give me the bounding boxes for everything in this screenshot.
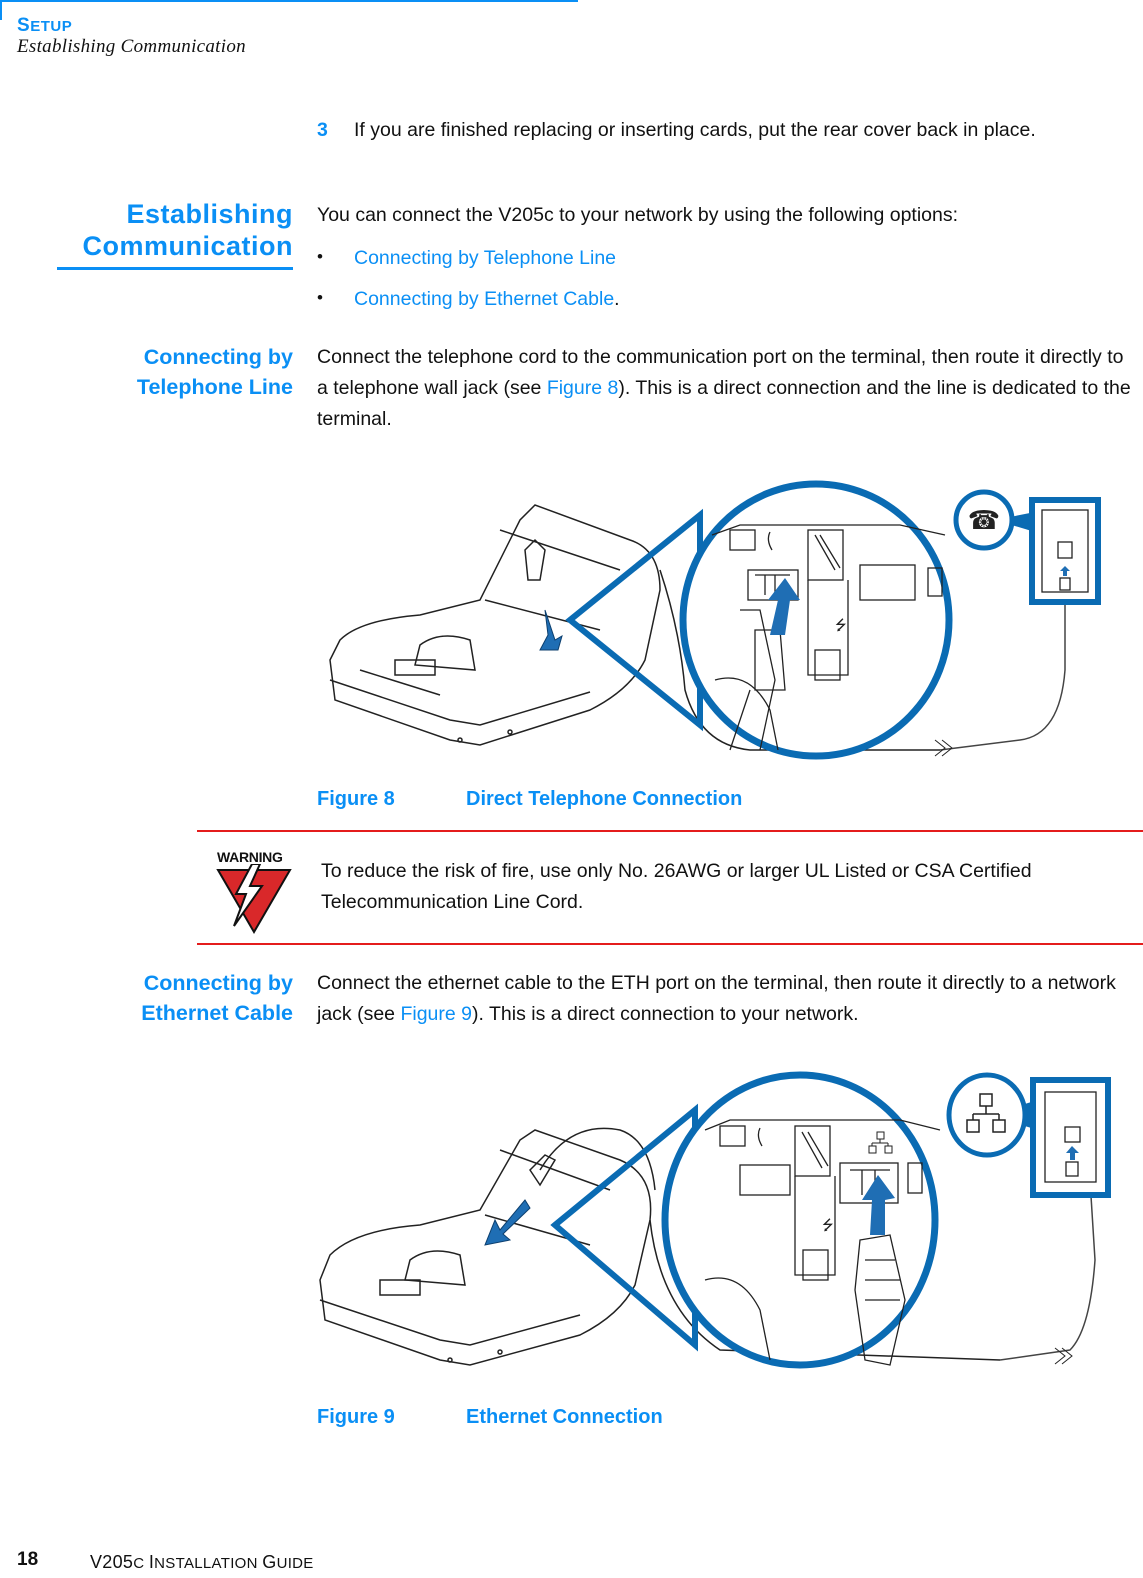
figure-9-illustration: ⭍ xyxy=(319,1071,1111,1369)
ethernet-heading: Connecting by Ethernet Cable xyxy=(141,968,293,1028)
warning-label: WARNING xyxy=(217,849,283,865)
warning-rule-bottom xyxy=(197,943,1143,945)
ethernet-plug xyxy=(1065,1161,1079,1177)
step-text: If you are finished replacing or inserti… xyxy=(354,119,1036,141)
insert-arrow xyxy=(484,1199,531,1246)
phone-jack-icon xyxy=(1057,541,1073,559)
heading-line: Ethernet Cable xyxy=(141,1001,293,1025)
phone-plug xyxy=(1059,577,1071,591)
header-rule-tick xyxy=(0,0,2,20)
figure-title: Ethernet Connection xyxy=(466,1406,663,1428)
warning-lightning-icon xyxy=(216,864,292,934)
phone-cord xyxy=(939,580,1066,751)
heading-underline xyxy=(57,267,293,270)
warning-rule-top xyxy=(197,830,1143,832)
figure-title: Direct Telephone Connection xyxy=(466,788,743,810)
link-ethernet-cable[interactable]: Connecting by Ethernet Cable xyxy=(354,288,614,310)
ethernet-cable xyxy=(999,1179,1096,1361)
network-icon-callout xyxy=(946,1072,1028,1158)
guide-title: V205C INSTALLATION GUIDE xyxy=(90,1552,314,1572)
figure-8-link[interactable]: Figure 8 xyxy=(547,377,619,399)
step-item: 3 If you are finished replacing or inser… xyxy=(317,115,1137,146)
heading-line: Connecting by xyxy=(143,345,293,369)
telephone-icon: ☎ xyxy=(968,506,1000,536)
warning-text: To reduce the risk of fire, use only No.… xyxy=(321,860,1032,913)
usb-icon: ⭍ xyxy=(835,618,847,634)
establishing-heading: Establishing Communication xyxy=(82,198,293,262)
step-number: 3 xyxy=(317,119,328,141)
period: . xyxy=(614,288,620,310)
telephone-heading: Connecting by Telephone Line xyxy=(137,342,293,402)
link-telephone-line[interactable]: Connecting by Telephone Line xyxy=(354,247,616,269)
header-rule xyxy=(0,0,578,2)
bullet-icon: • xyxy=(317,288,323,307)
heading-line: Communication xyxy=(82,231,293,261)
text: ). This is a direct connection to your n… xyxy=(472,1003,859,1025)
zoom-lens xyxy=(661,1071,939,1369)
section-label: SETUP xyxy=(17,15,73,36)
bullet-icon: • xyxy=(317,247,323,266)
figure-number: Figure 9 xyxy=(317,1406,395,1428)
section-subtitle: Establishing Communication xyxy=(17,36,246,57)
break-mark xyxy=(934,739,953,757)
establishing-intro: You can connect the V205c to your networ… xyxy=(317,204,959,226)
telephone-paragraph: Connect the telephone cord to the commun… xyxy=(317,342,1137,435)
ethernet-jack-icon xyxy=(1064,1126,1081,1143)
heading-line: Telephone Line xyxy=(136,375,293,399)
ethernet-paragraph: Connect the ethernet cable to the ETH po… xyxy=(317,968,1137,1030)
usb-icon: ⭍ xyxy=(822,1218,834,1234)
heading-line: Connecting by xyxy=(143,971,293,995)
figure-number: Figure 8 xyxy=(317,788,395,810)
figure-9-link[interactable]: Figure 9 xyxy=(400,1003,472,1025)
insert-arrow xyxy=(539,609,563,651)
page-number: 18 xyxy=(17,1549,39,1570)
figure-9-caption: Figure 9 Ethernet Connection xyxy=(317,1406,663,1429)
heading-line: Establishing xyxy=(126,199,293,229)
figure-8-caption: Figure 8 Direct Telephone Connection xyxy=(317,788,742,811)
figure-8-illustration: ⭍ ☎ xyxy=(329,480,1101,760)
